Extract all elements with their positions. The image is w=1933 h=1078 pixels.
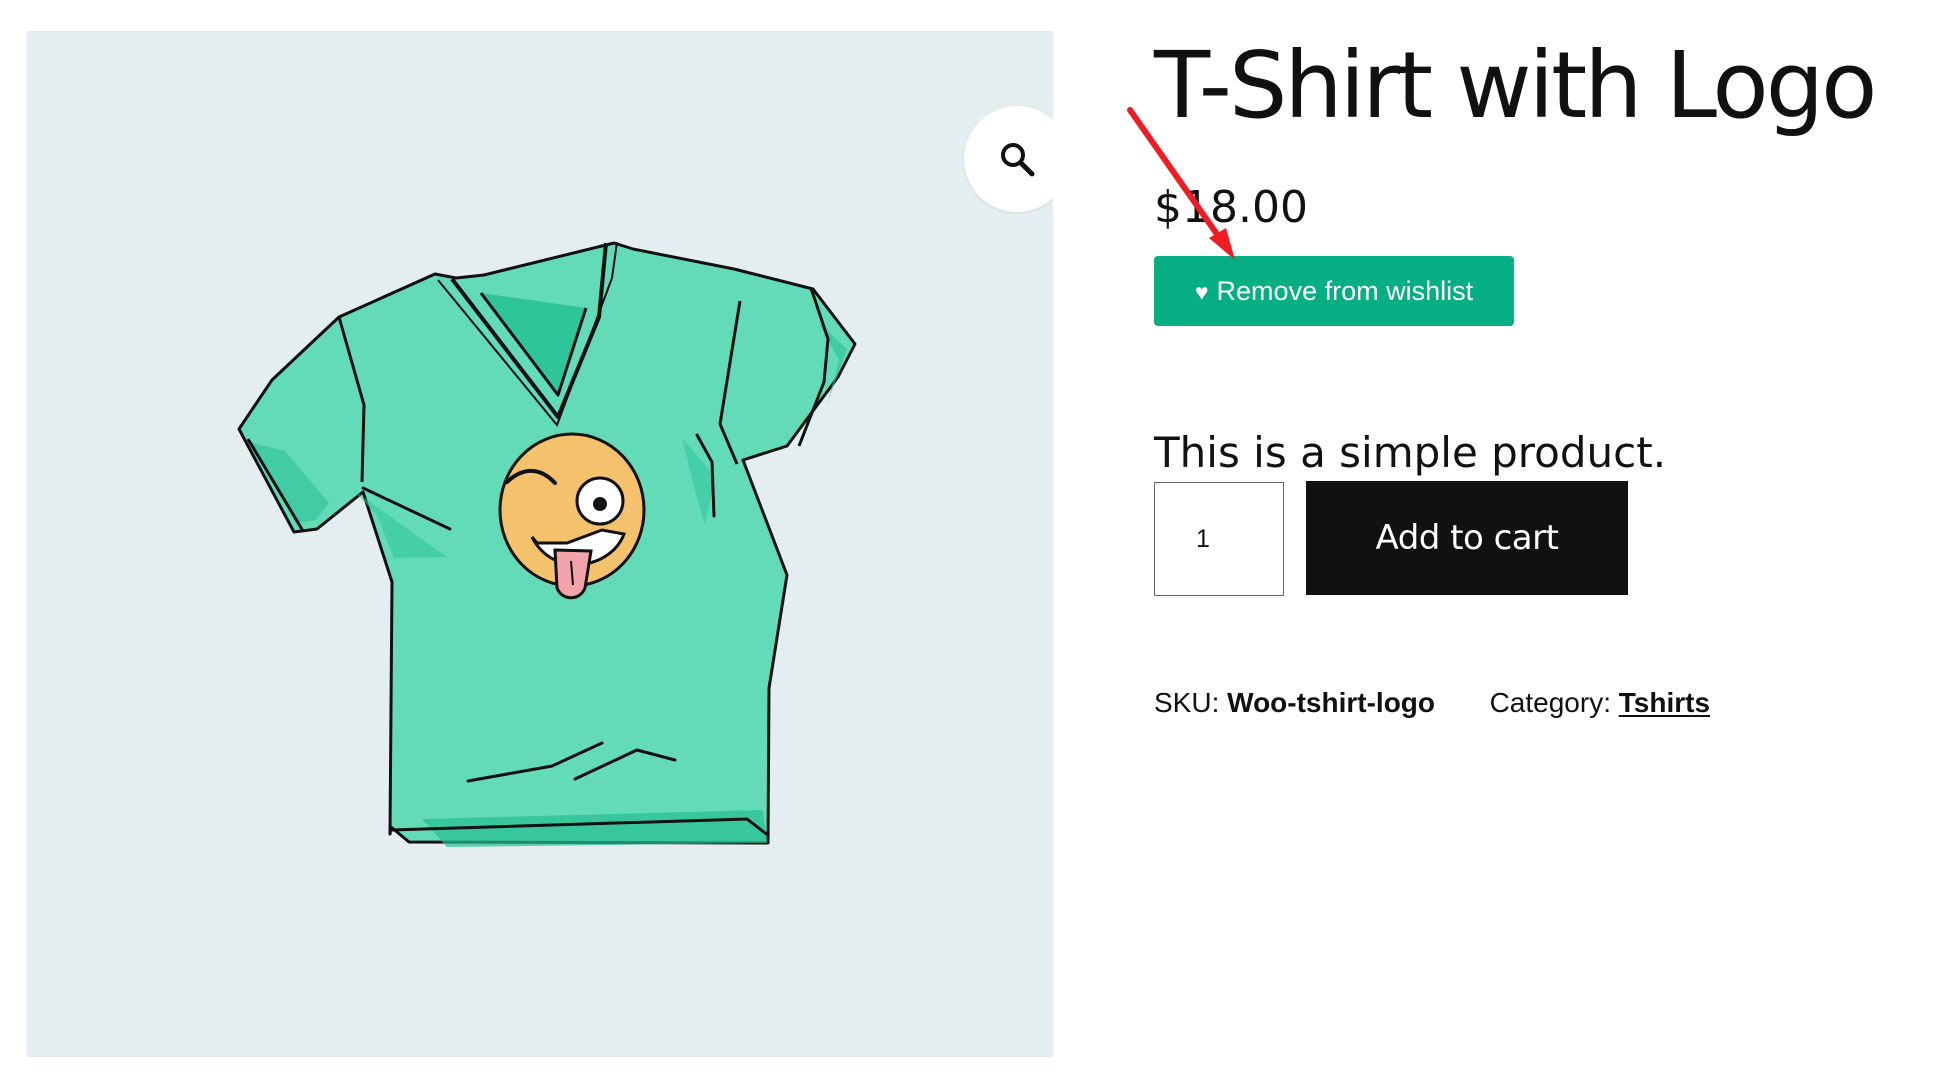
product-summary: T-Shirt with Logo $18.00 ♥ Remove from w… xyxy=(1154,0,1933,1078)
sku-value: Woo-tshirt-logo xyxy=(1227,687,1436,718)
product-description: This is a simple product. xyxy=(1154,428,1667,477)
product-gallery xyxy=(27,31,1053,1057)
product-image xyxy=(237,241,857,847)
remove-from-wishlist-button[interactable]: ♥ Remove from wishlist xyxy=(1154,256,1514,326)
product-price: $18.00 xyxy=(1154,182,1308,233)
sku-label: SKU: xyxy=(1154,687,1220,718)
remove-from-wishlist-label: Remove from wishlist xyxy=(1216,275,1474,306)
add-to-cart-button[interactable]: Add to cart xyxy=(1306,481,1628,595)
category-label: Category: xyxy=(1489,687,1611,718)
search-icon xyxy=(1001,143,1035,177)
heart-icon: ♥ xyxy=(1194,278,1209,305)
category-link[interactable]: Tshirts xyxy=(1619,687,1710,718)
quantity-input[interactable] xyxy=(1154,482,1284,596)
product-meta: SKU: Woo-tshirt-logo Category: Tshirts xyxy=(1154,684,1710,722)
page-title: T-Shirt with Logo xyxy=(1154,32,1877,139)
